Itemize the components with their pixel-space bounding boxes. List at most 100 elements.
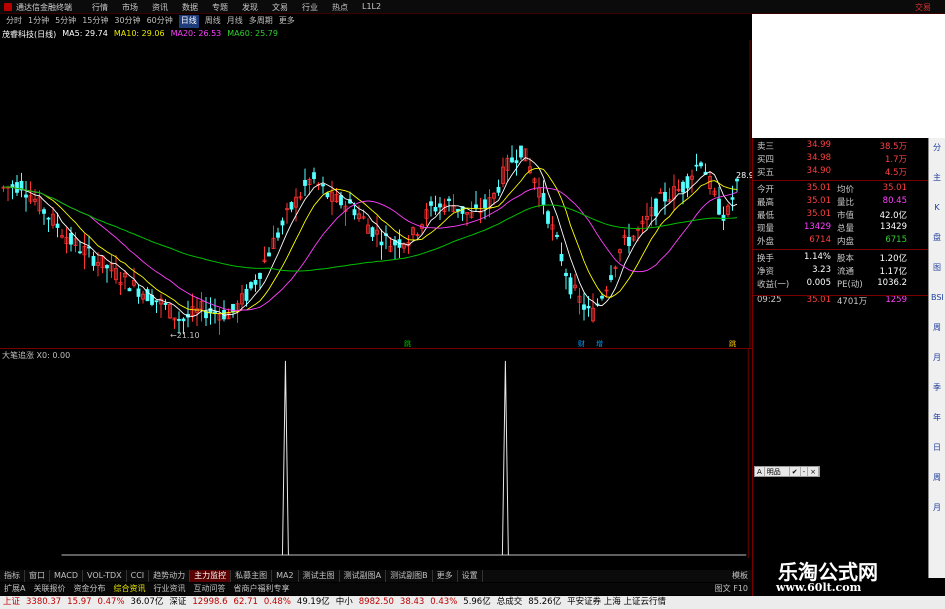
candle-body bbox=[136, 288, 141, 297]
candle-body bbox=[267, 252, 271, 257]
extension-tab[interactable]: 省商户福利专享 bbox=[229, 583, 293, 595]
indicator-tab[interactable]: 测试副图B bbox=[386, 570, 433, 582]
event-marker[interactable]: 跳 bbox=[404, 339, 411, 348]
candle-body bbox=[510, 157, 514, 163]
indicator-tab[interactable]: VOL-TDX bbox=[83, 570, 127, 582]
indicator-tab[interactable]: CCI bbox=[127, 570, 150, 582]
extension-tab[interactable]: 扩展A bbox=[0, 583, 29, 595]
vtool-button[interactable]: 月 bbox=[931, 352, 943, 364]
quote-label-2: PE(动) bbox=[837, 280, 863, 290]
indicator-tab[interactable]: 主力监控 bbox=[190, 570, 232, 582]
period-tab[interactable]: 周线 bbox=[205, 15, 221, 28]
period-tab[interactable]: 日线 bbox=[178, 15, 199, 28]
vtool-button[interactable]: 月 bbox=[931, 502, 943, 514]
vtool-button[interactable]: K bbox=[931, 202, 943, 214]
candle-body bbox=[600, 295, 604, 299]
quote-value: 6714 bbox=[809, 235, 831, 245]
quote-row: 换手 1.14% 股本 1.20亿 bbox=[753, 252, 929, 264]
period-tab[interactable]: 15分钟 bbox=[82, 15, 108, 28]
menu-item[interactable]: L1L2 bbox=[362, 2, 392, 13]
quote-divider bbox=[753, 249, 929, 250]
indicator-tab[interactable]: 更多 bbox=[433, 570, 458, 582]
candle-body bbox=[379, 241, 384, 246]
sz-amount: 49.19亿 bbox=[296, 597, 330, 607]
indicator-chart[interactable]: 0.960.900.800.700.600.500.400.300.200.10… bbox=[0, 348, 752, 558]
f10-button[interactable]: 图文 F10 bbox=[711, 583, 752, 595]
popup-item[interactable]: A bbox=[755, 467, 765, 476]
zx-label[interactable]: 中小 bbox=[333, 596, 356, 609]
quote-label: 最低 bbox=[757, 211, 775, 221]
menu-item[interactable]: 行业 bbox=[302, 2, 332, 13]
indicator-tab[interactable]: MACD bbox=[50, 570, 83, 582]
period-tab[interactable]: 多周期 bbox=[249, 15, 273, 28]
draw-popup[interactable]: A 明品流笔 ✔ - × bbox=[754, 466, 820, 486]
event-marker[interactable]: 跳 bbox=[729, 339, 736, 348]
vtool-button[interactable]: 图 bbox=[931, 262, 943, 274]
quote-value-2: 1.17亿 bbox=[879, 267, 907, 277]
popup-item[interactable]: - bbox=[801, 467, 809, 476]
quote-row: 最低 35.01 市值 42.0亿 bbox=[753, 209, 929, 221]
vtool-button[interactable]: 主 bbox=[931, 172, 943, 184]
period-tab[interactable]: 5分钟 bbox=[55, 15, 76, 28]
menu-item[interactable]: 发现 bbox=[242, 2, 272, 13]
indicator-tab[interactable]: 测试副图A bbox=[340, 570, 387, 582]
popup-item[interactable]: 明品流笔 bbox=[765, 467, 790, 486]
right-top-blank bbox=[752, 14, 945, 138]
menu-item[interactable]: 文易 bbox=[272, 2, 302, 13]
period-tab[interactable]: 30分钟 bbox=[114, 15, 140, 28]
quote-value-2: 6715 bbox=[885, 235, 907, 245]
indicator-tab[interactable]: MA2 bbox=[272, 570, 299, 582]
period-tab[interactable]: 60分钟 bbox=[147, 15, 173, 28]
event-marker[interactable]: 财 bbox=[578, 339, 585, 348]
sz-label[interactable]: 深证 bbox=[166, 596, 189, 609]
period-tab[interactable]: 分时 bbox=[6, 15, 22, 28]
menu-item[interactable]: 专题 bbox=[212, 2, 242, 13]
trade-button[interactable]: 交易 bbox=[915, 2, 931, 13]
popup-item[interactable]: × bbox=[808, 467, 819, 476]
indicator-tab[interactable]: 趋势动力 bbox=[149, 570, 191, 582]
quote-label: 收益(一) bbox=[757, 280, 790, 290]
menu-item[interactable]: 资讯 bbox=[152, 2, 182, 13]
vtool-button[interactable]: 年 bbox=[931, 412, 943, 424]
kline-chart[interactable]: 30.0029.0028.0027.0026.0025.0024.0023.00… bbox=[0, 40, 752, 348]
menu-item[interactable]: 行情 bbox=[92, 2, 122, 13]
event-marker[interactable]: 增 bbox=[596, 339, 603, 348]
candle-body bbox=[433, 206, 438, 212]
extension-tab[interactable]: 综合资讯 bbox=[109, 583, 149, 595]
period-tab[interactable]: 1分钟 bbox=[28, 15, 49, 28]
indicator-tab[interactable]: 设置 bbox=[458, 570, 483, 582]
vtool-button[interactable]: 周 bbox=[931, 472, 943, 484]
extension-tab[interactable]: 互动问答 bbox=[189, 583, 229, 595]
menu-item[interactable]: 市场 bbox=[122, 2, 152, 13]
candle-body bbox=[721, 214, 726, 221]
extension-tab[interactable]: 资金分布 bbox=[69, 583, 109, 595]
candle-body bbox=[321, 184, 325, 187]
vtool-button[interactable]: 盘 bbox=[931, 232, 943, 244]
sh-label[interactable]: 上证 bbox=[0, 596, 23, 609]
popup-item[interactable]: ✔ bbox=[790, 467, 801, 476]
menu-item[interactable]: 数据 bbox=[182, 2, 212, 13]
period-tab[interactable]: 更多 bbox=[279, 15, 295, 28]
sh-change: 15.97 bbox=[67, 597, 92, 607]
indicator-tab[interactable]: 指标 bbox=[0, 570, 25, 582]
period-tab[interactable]: 月线 bbox=[227, 15, 243, 28]
indicator-tab[interactable]: 测试主图 bbox=[299, 570, 340, 582]
indicator-tab[interactable]: 私募主图 bbox=[231, 570, 273, 582]
vtool-button[interactable]: 季 bbox=[931, 382, 943, 394]
vtool-button[interactable]: 日 bbox=[931, 442, 943, 454]
quote-value-2: 1.20亿 bbox=[879, 254, 907, 264]
indicator-tab[interactable]: 窗口 bbox=[25, 570, 50, 582]
extension-tab[interactable]: 关联报价 bbox=[29, 583, 69, 595]
vtool-button[interactable]: 分 bbox=[931, 142, 943, 154]
template-button[interactable]: 模板 bbox=[728, 570, 752, 582]
vtool-button[interactable]: BSI bbox=[931, 292, 944, 304]
quote-value-2: 35.01 bbox=[882, 183, 907, 193]
quote-value-2: 4.5万 bbox=[884, 168, 907, 178]
extension-tab[interactable]: 行业资讯 bbox=[149, 583, 189, 595]
candle-body bbox=[564, 272, 568, 277]
menu-item[interactable]: 热点 bbox=[332, 2, 362, 13]
candle-body bbox=[24, 194, 28, 198]
zx-amount: 5.96亿 bbox=[463, 597, 491, 607]
vtool-button[interactable]: 周 bbox=[931, 322, 943, 334]
quote-value-2: 1.7万 bbox=[884, 155, 907, 165]
